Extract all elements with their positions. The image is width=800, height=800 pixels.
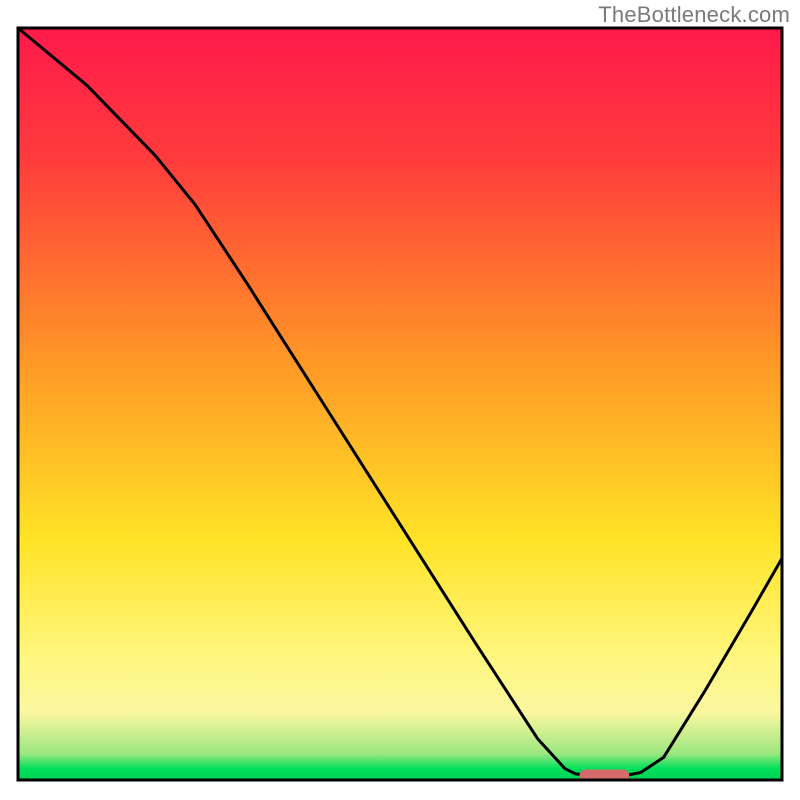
bottleneck-chart	[0, 0, 800, 800]
gradient-background	[18, 28, 782, 780]
chart-container: { "attribution": "TheBottleneck.com", "c…	[0, 0, 800, 800]
